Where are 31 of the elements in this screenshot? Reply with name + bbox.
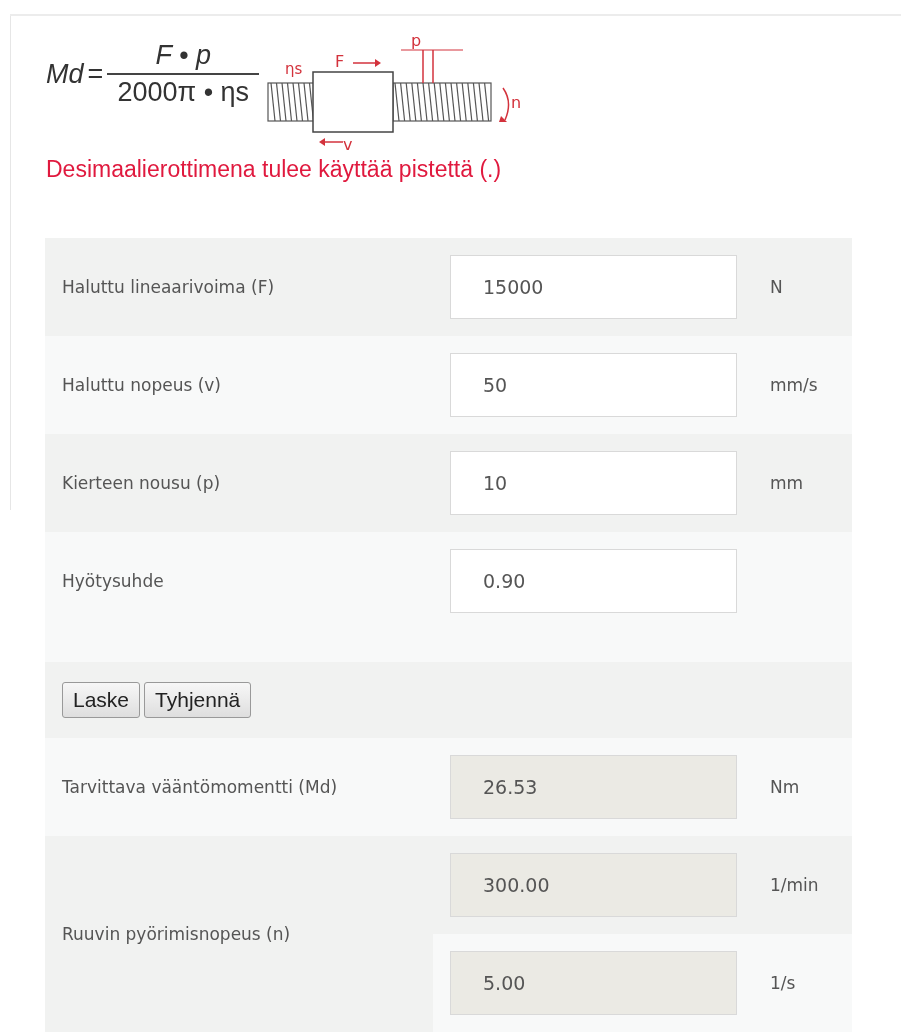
field-label: Kierteen nousu (p)	[61, 473, 222, 493]
result-label: Tarvittava vääntömomentti (Md)	[61, 777, 339, 797]
result-field[interactable]: 5.00	[450, 951, 737, 1015]
result-field[interactable]: 26.53	[450, 755, 737, 819]
result-field[interactable]: 300.00	[450, 853, 737, 917]
input-field[interactable]: 10	[450, 451, 737, 515]
input-field[interactable]: 15000	[450, 255, 737, 319]
equals-sign: =	[87, 58, 104, 90]
formula-numerator: F • p	[107, 40, 260, 75]
field-label: Haluttu lineaarivoima (F)	[61, 277, 276, 297]
rotation-label: n	[511, 93, 522, 112]
unit-label: N	[770, 277, 783, 297]
unit-label: mm/s	[770, 375, 818, 395]
input-field[interactable]: 50	[450, 353, 737, 417]
eta-label: ηs	[285, 60, 303, 78]
decimal-notice: Desimaalierottimena tulee käyttää pistettä (.)	[46, 156, 503, 183]
unit-label: 1/min	[770, 875, 819, 895]
form-button[interactable]: Laske	[62, 682, 141, 718]
unit-label: mm	[770, 473, 804, 493]
unit-label: 1/s	[770, 973, 796, 993]
form-button[interactable]: Tyhjennä	[144, 682, 252, 718]
pitch-label: p	[411, 31, 422, 50]
input-field[interactable]: 0.90	[450, 549, 737, 613]
formula-symbol: Md	[46, 58, 84, 90]
force-label: F	[335, 52, 345, 71]
field-label: Hyötysuhde	[61, 571, 165, 591]
field-label: Haluttu nopeus (v)	[61, 375, 222, 395]
velocity-label: v	[343, 135, 353, 154]
formula-denominator: 2000π • ηs	[117, 76, 250, 108]
unit-label: Nm	[770, 777, 800, 797]
result-label: Ruuvin pyörimisnopeus (n)	[61, 924, 292, 944]
